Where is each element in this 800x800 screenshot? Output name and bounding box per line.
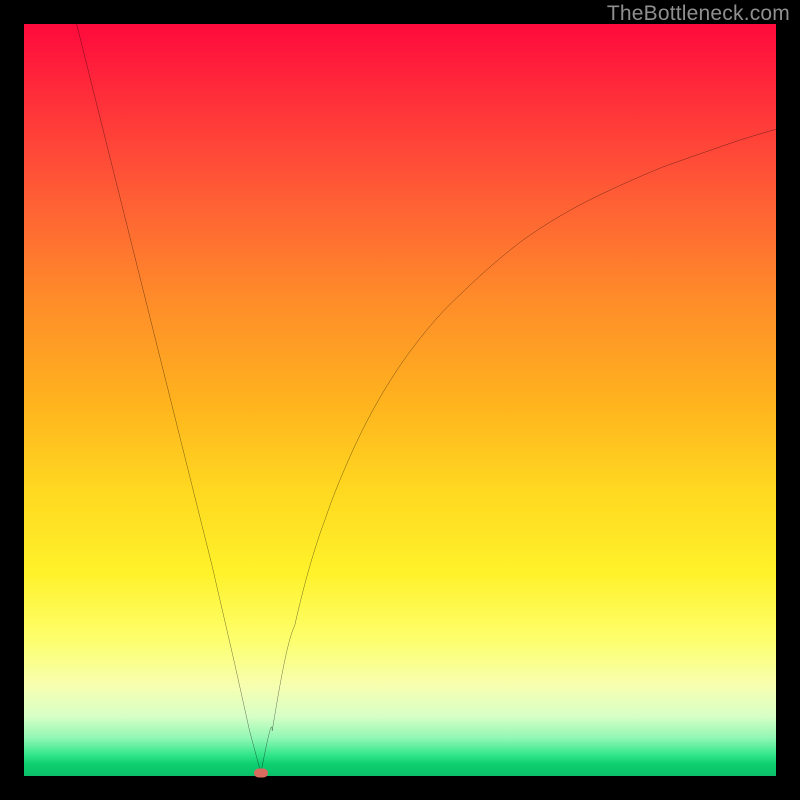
curve-right-branch xyxy=(261,129,776,773)
chart-frame: TheBottleneck.com xyxy=(0,0,800,800)
watermark-text: TheBottleneck.com xyxy=(607,2,790,26)
curve-left-branch xyxy=(77,24,261,773)
vertex-marker xyxy=(254,768,268,777)
plot-area xyxy=(24,24,776,776)
bottleneck-curve xyxy=(24,24,776,776)
